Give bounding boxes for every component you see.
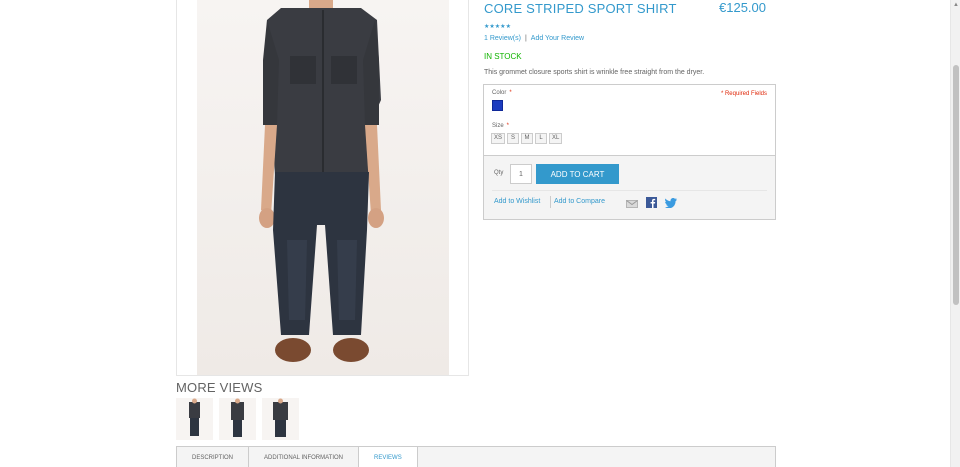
qty-label: Qty [494,170,504,176]
qty-input[interactable] [510,164,532,184]
stock-status: IN STOCK [484,52,522,61]
review-separator: | [524,35,527,42]
size-swatches: XS S M L XL [491,133,563,144]
tab-additional-information[interactable]: ADDITIONAL INFORMATION [249,447,360,467]
model-photo [259,0,384,362]
star-icon: ★ [505,24,511,30]
product-price: €125.00 [719,0,766,15]
thumbnail-1[interactable] [176,398,213,440]
link-separator [550,196,551,208]
product-tabs: DESCRIPTION ADDITIONAL INFORMATION REVIE… [176,446,776,467]
twitter-icon[interactable] [665,195,677,213]
thumbnail-2[interactable] [219,398,256,440]
share-icons [626,195,677,213]
thumbnail-3[interactable] [262,398,299,440]
scrollbar-thumb[interactable] [953,65,959,305]
facebook-icon[interactable] [646,195,657,213]
color-label-text: Color [492,90,507,96]
size-swatch-xl[interactable]: XL [549,133,563,144]
more-views-title: MORE VIEWS [176,380,263,395]
product-page: MORE VIEWS CORE STRIPED SPORT SHIRT €125… [0,0,950,467]
email-icon[interactable] [626,195,638,213]
thumbnail-list [176,398,299,440]
rating-stars: ★ ★ ★ ★ ★ [484,24,511,30]
size-label: Size * [492,123,509,129]
size-swatch-xs[interactable]: XS [491,133,506,144]
size-label-text: Size [492,123,504,129]
size-swatch-l[interactable]: L [535,133,548,144]
add-to-wishlist-link[interactable]: Add to Wishlist [494,198,540,205]
scroll-up-arrow-icon[interactable]: ▲ [953,2,959,8]
size-swatch-m[interactable]: M [521,133,534,144]
scrollbar[interactable]: ▲ [950,0,960,467]
size-swatch-s[interactable]: S [507,133,520,144]
required-mark: * [506,123,510,129]
add-review-link[interactable]: Add Your Review [531,35,584,42]
short-description: This grommet closure sports shirt is wri… [484,69,705,76]
product-options: Color * * Required Fields Size * XS S M L … [483,84,776,156]
tab-description[interactable]: DESCRIPTION [177,447,250,467]
required-mark: * [509,90,512,96]
product-name: CORE STRIPED SPORT SHIRT [484,1,677,16]
reviews-link[interactable]: 1 Review(s) [484,35,521,42]
divider [492,190,767,191]
add-to-cart-button[interactable]: ADD TO CART [536,164,619,184]
add-to-cart-box: Qty ADD TO CART Add to Wishlist Add to C… [483,156,776,220]
review-links: 1 Review(s) | Add Your Review [484,35,584,42]
main-product-image[interactable] [176,0,469,376]
add-to-compare-link[interactable]: Add to Compare [554,198,605,205]
required-fields-note: * Required Fields [720,91,767,97]
tab-reviews[interactable]: REVIEWS [359,447,418,467]
color-label: Color * [492,90,512,96]
color-swatch-blue[interactable] [492,100,503,111]
